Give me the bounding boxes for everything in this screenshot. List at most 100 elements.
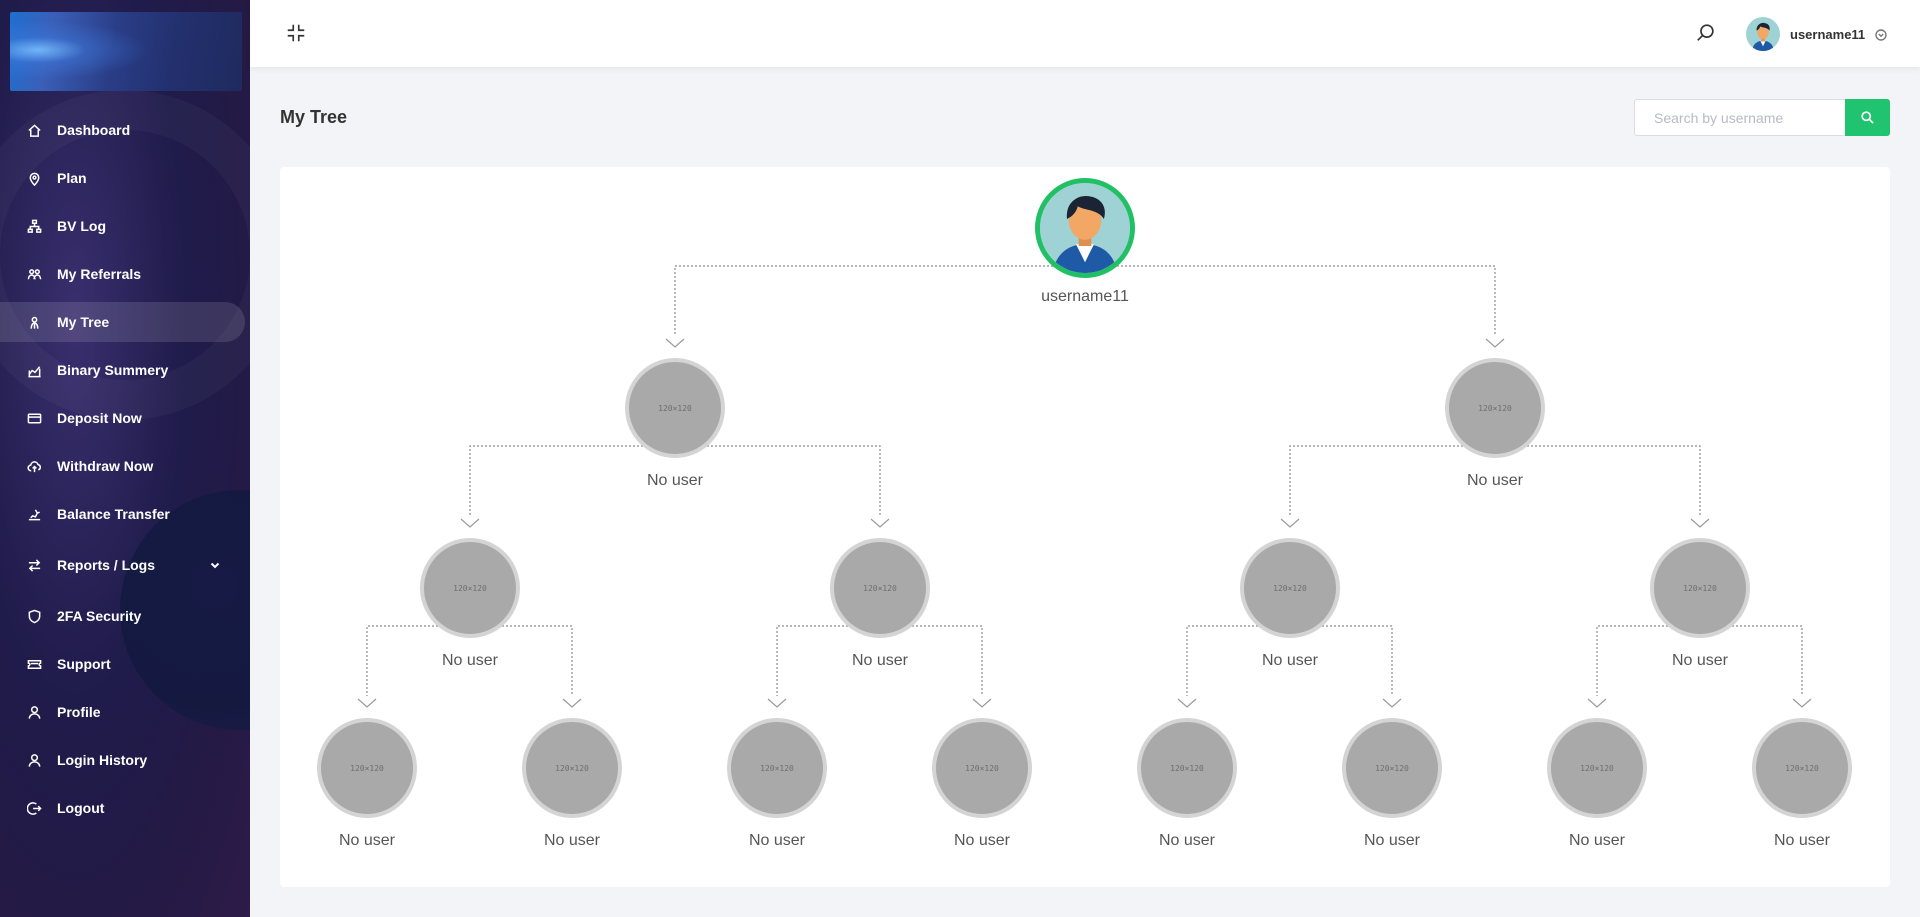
search-button[interactable] xyxy=(1845,99,1890,136)
sidebar-item-label: My Referrals xyxy=(57,266,142,282)
sitemap-icon xyxy=(26,218,42,234)
node-label: No user xyxy=(646,472,704,489)
node-label: No user xyxy=(748,832,806,849)
sidebar-item-label: Dashboard xyxy=(57,122,131,138)
sidebar-item-balance-transfer[interactable]: Balance Transfer xyxy=(0,494,245,534)
node-label: No user xyxy=(1261,652,1319,669)
node-label: No user xyxy=(1568,832,1626,849)
sidebar-item-label: Plan xyxy=(57,170,87,186)
sidebar-item-my-referrals[interactable]: My Referrals xyxy=(0,254,245,294)
sidebar-item-bv-log[interactable]: BV Log xyxy=(0,206,245,246)
page-title: My Tree xyxy=(280,107,348,127)
empty-avatar: 120×120 xyxy=(522,718,622,818)
empty-avatar: 120×120 xyxy=(1650,538,1750,638)
ticket-icon xyxy=(26,656,42,672)
sidebar-item-label: Logout xyxy=(57,800,105,816)
node-label: No user xyxy=(1466,472,1524,489)
empty-avatar: 120×120 xyxy=(727,718,827,818)
sidebar-item-logout[interactable]: Logout xyxy=(0,788,245,828)
tree-node[interactable]: 120×120 No user xyxy=(1537,718,1657,850)
sidebar-item-plan[interactable]: Plan xyxy=(0,158,245,198)
user-icon xyxy=(26,704,42,720)
card-icon xyxy=(26,410,42,426)
empty-avatar: 120×120 xyxy=(1752,718,1852,818)
topbar: username11 xyxy=(250,0,1920,67)
sidebar-item-label: Profile xyxy=(57,704,101,720)
sidebar-item-2fa-security[interactable]: 2FA Security xyxy=(0,596,245,636)
empty-avatar: 120×120 xyxy=(1137,718,1237,818)
sidebar-item-profile[interactable]: Profile xyxy=(0,692,245,732)
sidebar-item-binary-summery[interactable]: Binary Summery xyxy=(0,350,245,390)
sidebar-item-deposit-now[interactable]: Deposit Now xyxy=(0,398,245,438)
placeholder-text: 120×120 xyxy=(863,583,897,593)
cloud-upload-icon xyxy=(26,458,42,474)
sidebar-item-label: Binary Summery xyxy=(57,362,169,378)
tree-node[interactable]: 120×120 No user xyxy=(1127,718,1247,850)
logout-icon xyxy=(26,800,42,816)
chart-icon xyxy=(26,362,42,378)
sidebar-item-support[interactable]: Support xyxy=(0,644,245,684)
user-icon xyxy=(26,752,42,768)
placeholder-text: 120×120 xyxy=(555,763,589,773)
node-label: No user xyxy=(1158,832,1216,849)
placeholder-text: 120×120 xyxy=(350,763,384,773)
username-label: username11 xyxy=(1790,26,1866,42)
user-menu[interactable]: username11 xyxy=(1746,16,1887,52)
empty-avatar: 120×120 xyxy=(830,538,930,638)
sidebar-item-label: Support xyxy=(57,656,111,672)
placeholder-text: 120×120 xyxy=(1375,763,1409,773)
placeholder-text: 120×120 xyxy=(453,583,487,593)
sidebar-item-label: Reports / Logs xyxy=(57,557,156,573)
node-label: No user xyxy=(1773,832,1831,849)
sidebar-item-my-tree[interactable]: My Tree xyxy=(0,302,245,342)
tree-node[interactable]: 120×120 No user xyxy=(1435,358,1555,490)
sidebar-item-label: BV Log xyxy=(57,218,106,234)
user-search xyxy=(1634,99,1890,136)
node-label: No user xyxy=(338,832,396,849)
tree-node[interactable]: 120×120 No user xyxy=(1640,538,1760,670)
search-icon[interactable] xyxy=(1695,22,1717,44)
placeholder-text: 120×120 xyxy=(760,763,794,773)
tree-node[interactable]: 120×120 No user xyxy=(410,538,530,670)
empty-avatar: 120×120 xyxy=(1445,358,1545,458)
avatar xyxy=(1746,17,1780,51)
sidebar-item-reports-logs[interactable]: Reports / Logs xyxy=(0,545,245,585)
empty-avatar: 120×120 xyxy=(1547,718,1647,818)
node-label: No user xyxy=(953,832,1011,849)
sidebar-item-label: Login History xyxy=(57,752,148,768)
tree-node[interactable]: 120×120 No user xyxy=(1230,538,1350,670)
node-label: No user xyxy=(1671,652,1729,669)
transfer-icon xyxy=(26,506,42,522)
search-input[interactable] xyxy=(1634,99,1845,136)
home-icon xyxy=(26,122,42,138)
tree-node[interactable]: 120×120 No user xyxy=(615,358,735,490)
tree-node[interactable]: 120×120 No user xyxy=(717,718,837,850)
sidebar-item-dashboard[interactable]: Dashboard xyxy=(0,110,245,150)
sidebar-item-login-history[interactable]: Login History xyxy=(0,740,245,780)
placeholder-text: 120×120 xyxy=(1273,583,1307,593)
placeholder-text: 120×120 xyxy=(1170,763,1204,773)
tree-node[interactable]: 120×120 No user xyxy=(1742,718,1862,850)
chevron-down-icon xyxy=(1875,28,1887,41)
tree-node-root[interactable]: username11 xyxy=(1025,178,1145,306)
tree-node[interactable]: 120×120 No user xyxy=(512,718,632,850)
users-icon xyxy=(26,266,42,282)
placeholder-text: 120×120 xyxy=(965,763,999,773)
sidebar-item-withdraw-now[interactable]: Withdraw Now xyxy=(0,446,245,486)
placeholder-text: 120×120 xyxy=(1580,763,1614,773)
sidebar-item-label: My Tree xyxy=(57,314,110,330)
empty-avatar: 120×120 xyxy=(420,538,520,638)
node-label: No user xyxy=(441,652,499,669)
empty-avatar: 120×120 xyxy=(1240,538,1340,638)
tree-node[interactable]: 120×120 No user xyxy=(820,538,940,670)
tree-node[interactable]: 120×120 No user xyxy=(922,718,1042,850)
sidebar: Dashboard Plan BV Log My Referrals My Tree Bi… xyxy=(0,0,250,917)
placeholder-text: 120×120 xyxy=(1785,763,1819,773)
collapse-icon[interactable] xyxy=(285,22,307,44)
node-label: No user xyxy=(543,832,601,849)
exchange-icon xyxy=(26,557,42,573)
tree-node[interactable]: 120×120 No user xyxy=(1332,718,1452,850)
tree-node[interactable]: 120×120 No user xyxy=(307,718,427,850)
tree-icon xyxy=(26,314,42,330)
logo[interactable] xyxy=(10,12,242,91)
